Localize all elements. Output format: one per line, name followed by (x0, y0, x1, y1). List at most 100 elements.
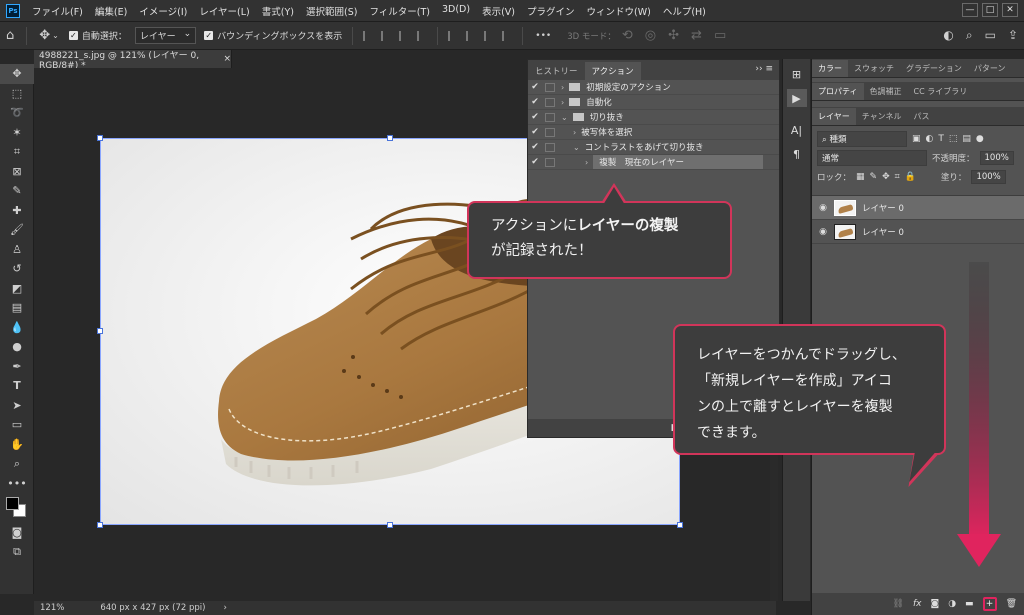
dodge-tool-icon[interactable]: ● (0, 337, 34, 357)
healing-brush-tool-icon[interactable]: ✚ (0, 201, 34, 221)
lasso-tool-icon[interactable]: ➰ (0, 103, 34, 123)
minimize-button[interactable]: — (962, 3, 978, 17)
tab-paths[interactable]: パス (908, 108, 936, 125)
add-mask-icon[interactable]: ◙ (930, 599, 939, 609)
clone-stamp-tool-icon[interactable]: ♙ (0, 240, 34, 260)
tab-adjustments[interactable]: 色調補正 (864, 83, 908, 100)
layer-name[interactable]: レイヤー 0 (862, 202, 904, 214)
fill-field[interactable]: 100% (971, 169, 1006, 184)
visibility-eye-icon[interactable]: ◉ (818, 203, 828, 213)
foreground-color[interactable] (6, 497, 19, 510)
expand-icon[interactable]: ⌄ (561, 113, 568, 122)
search-icon[interactable]: ⌕ (966, 28, 973, 43)
crop-tool-icon[interactable]: ⌗ (0, 142, 34, 162)
tab-actions[interactable]: アクション (584, 62, 641, 80)
lock-artboard-icon[interactable]: ⌗ (895, 172, 900, 182)
tab-history[interactable]: ヒストリー (528, 62, 585, 80)
align-top-icon[interactable] (448, 30, 458, 41)
align-left-icon[interactable] (363, 30, 373, 41)
fx-icon[interactable]: fx (913, 599, 922, 609)
blur-tool-icon[interactable]: 💧 (0, 318, 34, 338)
tab-patterns[interactable]: パターン (968, 60, 1012, 77)
align-vertical-icon[interactable] (502, 30, 512, 41)
frame-tool-icon[interactable]: ⊠ (0, 162, 34, 182)
menu-item[interactable]: 書式(Y) (256, 4, 300, 18)
close-icon[interactable]: × (223, 54, 231, 64)
expand-icon[interactable]: › (561, 98, 564, 107)
toggle-item-checkbox[interactable]: ✔ (528, 127, 542, 137)
rectangle-tool-icon[interactable]: ▭ (0, 415, 34, 435)
tab-layers[interactable]: レイヤー (812, 108, 856, 125)
share-icon[interactable]: ⇪ (1008, 28, 1018, 43)
layer-row[interactable]: ◉ レイヤー 0 (812, 196, 1024, 220)
tab-gradients[interactable]: グラデーション (900, 60, 968, 77)
menu-item[interactable]: 選択範囲(S) (300, 4, 363, 18)
action-row[interactable]: ✔ ⌄ 切り抜き (528, 110, 779, 125)
layer-filter-dropdown[interactable]: ⌕ 種類 (817, 130, 907, 147)
transform-handle[interactable] (97, 328, 103, 334)
pen-tool-icon[interactable]: ✒ (0, 357, 34, 377)
new-layer-button[interactable]: + (982, 597, 997, 611)
menu-item[interactable]: プラグイン (521, 4, 581, 18)
dialog-toggle[interactable] (545, 157, 555, 167)
move-tool-icon[interactable]: ✥ (0, 64, 34, 84)
visibility-eye-icon[interactable]: ◉ (818, 227, 828, 237)
document-tab[interactable]: 4988221_s.jpg @ 121% (レイヤー 0, RGB/8#) * … (34, 50, 232, 71)
menu-item[interactable]: 3D(D) (436, 4, 476, 18)
dialog-toggle[interactable] (545, 127, 555, 137)
close-button[interactable]: ✕ (1002, 3, 1018, 17)
screen-mode-icon[interactable]: ⧉ (0, 543, 34, 563)
roll-3d-icon[interactable]: ◎ (645, 28, 656, 43)
filter-adjustment-icon[interactable]: ◐ (926, 134, 934, 144)
tab-properties[interactable]: プロパティ (812, 83, 864, 100)
paragraph-panel-icon[interactable]: ¶ (787, 145, 807, 163)
toggle-item-checkbox[interactable]: ✔ (528, 97, 542, 107)
toggle-item-checkbox[interactable]: ✔ (528, 157, 542, 167)
opacity-field[interactable]: 100% (979, 150, 1014, 165)
layer-row[interactable]: ◉ レイヤー 0 (812, 220, 1024, 244)
transform-handle[interactable] (97, 135, 103, 141)
bounding-box-checkbox[interactable]: ✓ バウンディングボックスを表示 (204, 29, 342, 42)
delete-layer-icon[interactable]: 🗑 (1006, 599, 1017, 609)
menu-item[interactable]: ウィンドウ(W) (581, 4, 657, 18)
character-panel-icon[interactable]: A| (787, 121, 807, 139)
menu-item[interactable]: フィルター(T) (363, 4, 436, 18)
lock-transparent-icon[interactable]: ▦ (856, 172, 865, 182)
transform-handle[interactable] (97, 522, 103, 528)
brush-tool-icon[interactable]: 🖌 (0, 220, 34, 240)
filter-pixel-icon[interactable]: ▣ (912, 134, 921, 144)
maximize-button[interactable]: □ (982, 3, 998, 17)
learn-icon[interactable]: ◐ (943, 28, 953, 43)
new-group-icon[interactable]: ▬ (965, 599, 974, 609)
align-right-icon[interactable] (399, 30, 409, 41)
align-center-icon[interactable] (381, 30, 391, 41)
pan-3d-icon[interactable]: ✣ (668, 28, 679, 43)
auto-select-dropdown[interactable]: レイヤー ⌄ (134, 27, 197, 44)
home-icon[interactable]: ⌂ (6, 28, 14, 43)
auto-select-checkbox[interactable]: ✓ 自動選択： (68, 29, 127, 42)
filter-toggle-icon[interactable]: ● (976, 134, 984, 144)
move-tool-icon[interactable]: ✥ (39, 28, 50, 43)
action-row[interactable]: ✔ › 複製 現在のレイヤー (528, 155, 779, 170)
lock-position-icon[interactable]: ✥ (882, 172, 890, 182)
gradient-tool-icon[interactable]: ▤ (0, 298, 34, 318)
action-row[interactable]: ✔ ⌄ コントラストをあげて切り抜き (528, 140, 779, 155)
tab-color[interactable]: カラー (812, 60, 848, 77)
magic-wand-tool-icon[interactable]: ✶ (0, 123, 34, 143)
lock-image-icon[interactable]: ✎ (870, 172, 878, 182)
tab-channels[interactable]: チャンネル (856, 108, 908, 125)
toggle-item-checkbox[interactable]: ✔ (528, 112, 542, 122)
color-swatches[interactable] (0, 493, 34, 523)
workspace-icon[interactable]: ▭ (985, 28, 996, 43)
tab-swatches[interactable]: スウォッチ (848, 60, 900, 77)
expand-icon[interactable]: ⌄ (573, 143, 580, 152)
blend-mode-dropdown[interactable]: 通常 (817, 149, 927, 166)
panel-menu-icon[interactable]: ›› ≡ (755, 64, 773, 74)
eyedropper-tool-icon[interactable]: ✎ (0, 181, 34, 201)
lock-all-icon[interactable]: 🔒 (905, 172, 916, 182)
history-panel-icon[interactable]: ⊞ (787, 65, 807, 83)
toggle-item-checkbox[interactable]: ✔ (528, 82, 542, 92)
scale-3d-icon[interactable]: ▭ (714, 28, 726, 43)
slide-3d-icon[interactable]: ⇄ (691, 28, 702, 43)
type-tool-icon[interactable]: T (0, 376, 34, 396)
